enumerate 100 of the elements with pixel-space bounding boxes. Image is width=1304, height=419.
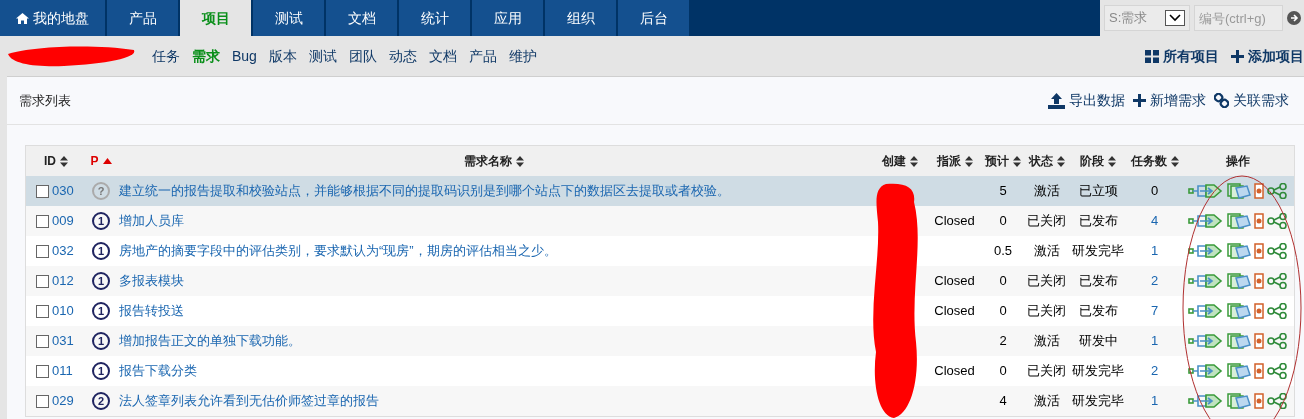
document-icon[interactable] [1253, 363, 1264, 379]
arrows-icon[interactable] [1187, 393, 1224, 409]
column-header[interactable]: 阶段 [1069, 152, 1127, 170]
subnav-link[interactable]: 产品 [468, 45, 497, 67]
document-icon[interactable] [1253, 393, 1264, 409]
share-icon[interactable] [1266, 183, 1289, 199]
row-checkbox[interactable] [36, 334, 49, 348]
nav-tab[interactable]: 产品 [107, 0, 178, 36]
story-link[interactable]: 报告转投送 [119, 303, 184, 319]
share-icon[interactable] [1266, 213, 1289, 229]
column-header[interactable]: 指派 [927, 152, 982, 170]
id-link[interactable]: 012 [52, 271, 74, 291]
share-icon[interactable] [1266, 243, 1289, 259]
arrows-icon[interactable] [1187, 213, 1224, 229]
nav-tab[interactable]: 文档 [326, 0, 397, 36]
search-field[interactable]: 编号(ctrl+g) [1194, 5, 1283, 31]
task-count-link[interactable]: 7 [1150, 303, 1159, 319]
row-checkbox[interactable] [36, 214, 49, 228]
nav-tab[interactable]: 组织 [545, 0, 616, 36]
subnav-link[interactable]: 动态 [388, 45, 417, 67]
document-icon[interactable] [1253, 183, 1264, 199]
subnav-link[interactable]: 团队 [348, 45, 377, 67]
arrows-icon[interactable] [1187, 333, 1224, 349]
panel-action[interactable]: 关联需求 [1214, 90, 1289, 111]
story-link[interactable]: 法人签章列表允许看到无估价师签过章的报告 [119, 393, 379, 409]
subnav-action[interactable]: 添加项目 [1231, 45, 1304, 67]
row-checkbox[interactable] [36, 364, 49, 378]
share-icon[interactable] [1266, 393, 1289, 409]
story-link[interactable]: 多报表模块 [119, 273, 184, 289]
subnav-link[interactable]: 测试 [308, 45, 337, 67]
story-link[interactable]: 报告下载分类 [119, 363, 197, 379]
panel-action[interactable]: 新增需求 [1133, 90, 1206, 111]
column-header[interactable]: 需求名称 [116, 152, 872, 170]
table-row[interactable]: 031 1 增加报告正文的单独下载功能。 2 激活 研发中 1 [26, 326, 1294, 356]
subnav-link[interactable]: 维护 [508, 45, 537, 67]
id-link[interactable]: 010 [52, 301, 74, 321]
subnav-link[interactable]: 任务 [152, 45, 180, 67]
nav-tab[interactable]: 测试 [253, 0, 324, 36]
share-icon[interactable] [1266, 333, 1289, 349]
arrows-icon[interactable] [1187, 243, 1224, 259]
document-icon[interactable] [1253, 303, 1264, 319]
row-checkbox[interactable] [36, 244, 49, 258]
story-link[interactable]: 建立统一的报告提取和校验站点，并能够根据不同的提取码识别是到哪个站点下的数据区去提取或者校验。 [119, 183, 730, 199]
table-row[interactable]: 009 1 增加人员库 Closed 0 已关闭 已发布 4 [26, 206, 1294, 236]
id-link[interactable]: 030 [52, 181, 74, 201]
column-header[interactable]: 任务数 [1127, 152, 1182, 170]
document-icon[interactable] [1253, 243, 1264, 259]
share-icon[interactable] [1266, 273, 1289, 289]
task-count-link[interactable]: 2 [1150, 363, 1159, 379]
id-link[interactable]: 032 [52, 241, 74, 261]
row-checkbox[interactable] [36, 304, 49, 318]
row-checkbox[interactable] [36, 274, 49, 288]
arrows-icon[interactable] [1187, 183, 1224, 199]
panel-action[interactable]: 导出数据 [1048, 90, 1125, 111]
arrows-icon[interactable] [1187, 303, 1224, 319]
column-header[interactable]: ID [26, 152, 86, 170]
nav-tab[interactable]: 后台 [618, 0, 689, 36]
column-header[interactable]: 创建 [872, 152, 927, 170]
document-icon[interactable] [1253, 333, 1264, 349]
id-link[interactable]: 029 [52, 391, 74, 411]
column-header[interactable]: P [86, 152, 116, 170]
id-link[interactable]: 011 [52, 361, 73, 381]
table-row[interactable]: 012 1 多报表模块 Closed 0 已关闭 已发布 2 [26, 266, 1294, 296]
id-link[interactable]: 031 [52, 331, 74, 351]
task-count-link[interactable]: 2 [1150, 273, 1159, 289]
row-checkbox[interactable] [36, 394, 49, 408]
column-header[interactable]: 状态 [1024, 152, 1069, 170]
table-row[interactable]: 030 ? 建立统一的报告提取和校验站点，并能够根据不同的提取码识别是到哪个站点下的数据区去提取或者校验。 5 激活 已立项 0 [26, 176, 1294, 206]
nav-tab[interactable]: 应用 [472, 0, 543, 36]
stack-icon[interactable] [1226, 303, 1251, 319]
table-row[interactable]: 029 2 法人签章列表允许看到无估价师签过章的报告 4 激活 研发完毕 1 [26, 386, 1294, 416]
go-icon[interactable] [1287, 11, 1301, 25]
story-link[interactable]: 房地产的摘要字段中的评估类别，要求默认为“现房”，期房的评估相当之少。 [119, 243, 557, 259]
stack-icon[interactable] [1226, 363, 1251, 379]
nav-tab[interactable]: 我的地盘 [0, 0, 105, 36]
document-icon[interactable] [1253, 213, 1264, 229]
task-count-link[interactable]: 1 [1150, 333, 1159, 349]
subnav-link[interactable]: Bug [232, 45, 257, 67]
row-checkbox[interactable] [36, 184, 49, 198]
arrows-icon[interactable] [1187, 363, 1224, 379]
stack-icon[interactable] [1226, 273, 1251, 289]
story-link[interactable]: 增加报告正文的单独下载功能。 [119, 333, 301, 349]
stack-icon[interactable] [1226, 243, 1251, 259]
stack-icon[interactable] [1226, 213, 1251, 229]
stack-icon[interactable] [1226, 393, 1251, 409]
story-link[interactable]: 增加人员库 [119, 213, 184, 229]
share-icon[interactable] [1266, 303, 1289, 319]
subnav-link[interactable]: 版本 [268, 45, 297, 67]
subnav-action[interactable]: 所有项目 [1145, 45, 1219, 67]
stack-icon[interactable] [1226, 183, 1251, 199]
share-icon[interactable] [1266, 363, 1289, 379]
column-header[interactable]: 预计 [982, 152, 1024, 170]
task-count-link[interactable]: 1 [1150, 393, 1159, 409]
task-count-link[interactable]: 4 [1150, 213, 1159, 229]
subnav-link[interactable]: 文档 [428, 45, 457, 67]
id-link[interactable]: 009 [52, 211, 74, 231]
document-icon[interactable] [1253, 273, 1264, 289]
nav-tab[interactable]: 统计 [399, 0, 470, 36]
stack-icon[interactable] [1226, 333, 1251, 349]
arrows-icon[interactable] [1187, 273, 1224, 289]
